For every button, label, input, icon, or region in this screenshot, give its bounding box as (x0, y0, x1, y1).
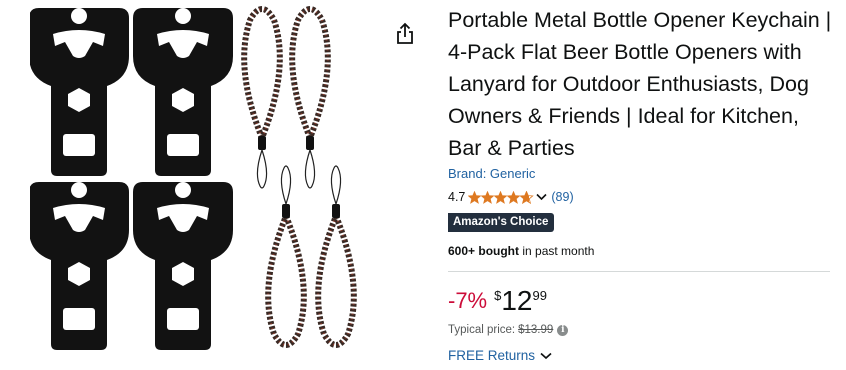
product-title: Portable Metal Bottle Opener Keychain | … (448, 8, 832, 160)
discount-percent: -7% (448, 288, 488, 313)
rating-value: 4.7 (448, 190, 466, 204)
typical-price-value: $13.99 (518, 324, 554, 336)
price-fraction: 99 (532, 288, 547, 303)
stars-icon (468, 190, 534, 204)
free-returns-label: FREE Returns (448, 348, 536, 363)
price-row: -7% $ 12 99 (448, 286, 832, 320)
price-currency: $ (494, 288, 502, 303)
product-info: Portable Metal Bottle Opener Keychain | … (448, 4, 832, 363)
typical-price-row: Typical price: $13.99 i (448, 322, 832, 338)
typical-price-label: Typical price: (448, 324, 516, 336)
rating-row[interactable]: 4.7 (89) (448, 188, 832, 206)
star-rating[interactable] (468, 190, 551, 204)
bought-count: 600+ bought (448, 244, 520, 258)
bottle-opener-image (30, 0, 380, 350)
chevron-down-icon (540, 352, 552, 359)
divider (448, 271, 830, 272)
price-whole: 12 (501, 285, 533, 316)
free-returns-link[interactable]: FREE Returns (448, 348, 832, 363)
amazons-choice-badge: Amazon's Choice (448, 213, 555, 232)
chevron-down-icon (536, 193, 547, 201)
brand-link[interactable]: Brand: Generic (448, 165, 832, 183)
info-icon[interactable]: i (557, 324, 569, 336)
product-image[interactable] (30, 0, 380, 370)
bought-in-past-month: 600+ bought in past month (448, 243, 832, 259)
share-icon[interactable] (394, 22, 416, 46)
rating-count[interactable]: (89) (551, 190, 573, 204)
bought-suffix: in past month (519, 244, 595, 258)
